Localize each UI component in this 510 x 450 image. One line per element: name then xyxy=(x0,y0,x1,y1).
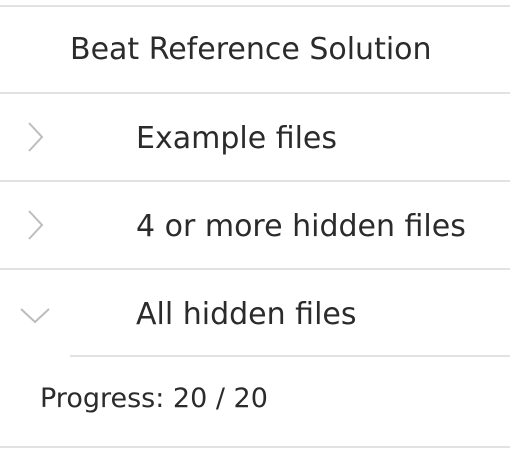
section-all-hidden-files[interactable]: All hidden files xyxy=(0,270,510,356)
chevron-right-icon[interactable] xyxy=(18,120,52,154)
section-hidden-files-4-or-more[interactable]: 4 or more hidden files xyxy=(0,182,510,268)
section-label: Example files xyxy=(136,121,338,156)
section-label: All hidden files xyxy=(136,297,357,332)
panel-title: Beat Reference Solution xyxy=(70,32,432,67)
section-label: 4 or more hidden files xyxy=(136,209,466,244)
top-divider xyxy=(0,5,510,7)
section-example-files[interactable]: Example files xyxy=(0,94,510,180)
bottom-divider xyxy=(0,446,510,448)
chevron-right-icon[interactable] xyxy=(18,208,52,242)
chevron-down-icon[interactable] xyxy=(18,298,52,332)
expanded-section-divider xyxy=(70,355,510,357)
progress-text: Progress: 20 / 20 xyxy=(40,383,268,414)
